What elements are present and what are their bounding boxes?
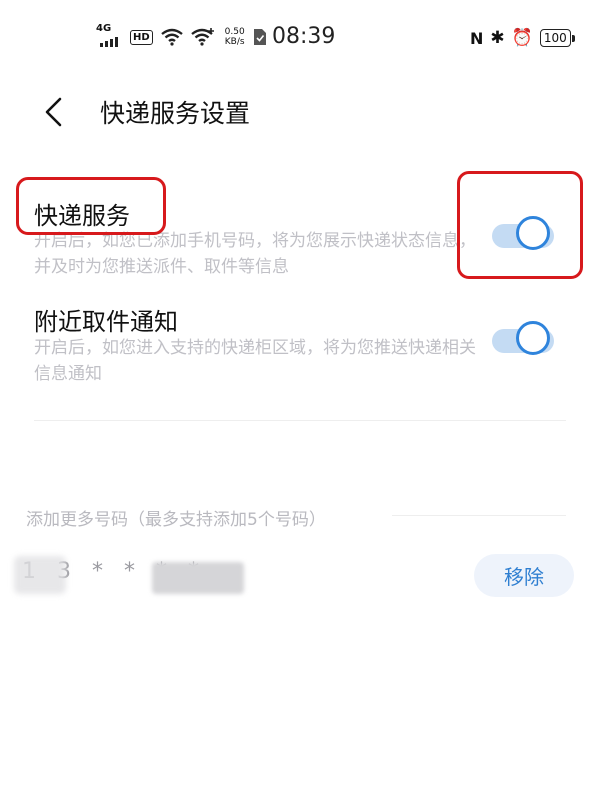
- sim-card-icon: [253, 29, 266, 45]
- add-more-numbers-label: 添加更多号码（最多支持添加5个号码）: [26, 510, 326, 530]
- nearby-pickup-toggle[interactable]: [492, 321, 558, 359]
- express-service-toggle[interactable]: [492, 216, 558, 254]
- page-title: 快递服务设置: [100, 99, 251, 128]
- status-right-group: N ✱ ⏰ 100: [470, 26, 575, 50]
- status-bar: 4G HD 0.50 KB/s 08:39 N ✱ ⏰ 100: [0, 0, 600, 72]
- wifi-plus-icon: [190, 28, 214, 46]
- setting-description: 开启后，如您已添加手机号码，将为您展示快递状态信息，并及时为您推送派件、取件等信…: [34, 231, 476, 277]
- network-speed: 0.50 KB/s: [225, 27, 245, 47]
- redaction-blur: [14, 556, 66, 594]
- setting-description: 开启后，如您进入支持的快递柜区域，将为您推送快递相关信息通知: [34, 338, 476, 384]
- toggle-knob: [516, 216, 550, 250]
- section-divider: [392, 515, 566, 516]
- setting-title: 快递服务: [34, 202, 130, 230]
- status-left-group: 4G HD 0.50 KB/s: [96, 22, 267, 52]
- nfc-icon: N: [470, 28, 484, 48]
- speed-unit: KB/s: [224, 37, 245, 47]
- setting-nearby-pickup: 附近取件通知 开启后，如您进入支持的快递柜区域，将为您推送快递相关信息通知: [0, 297, 600, 397]
- divider: [34, 420, 566, 421]
- remove-number-button[interactable]: 移除: [474, 554, 574, 597]
- network-type: 4G: [96, 23, 112, 34]
- battery-icon: 100: [539, 29, 575, 47]
- hd-badge: HD: [130, 29, 153, 45]
- bluetooth-icon: ✱: [490, 28, 505, 48]
- signal-icon: 4G: [96, 24, 122, 50]
- alarm-icon: ⏰: [511, 28, 533, 48]
- chevron-left-icon[interactable]: [40, 96, 68, 128]
- toggle-knob: [516, 321, 550, 355]
- setting-express-service: 快递服务 开启后，如您已添加手机号码，将为您展示快递状态信息，并及时为您推送派件…: [0, 190, 600, 290]
- speed-value: 0.50: [224, 27, 245, 37]
- setting-title: 附近取件通知: [34, 308, 178, 336]
- page-header: 快递服务设置: [0, 80, 600, 144]
- clock: 08:39: [272, 24, 336, 49]
- wifi-icon: [160, 28, 183, 46]
- redaction-blur: [152, 562, 244, 594]
